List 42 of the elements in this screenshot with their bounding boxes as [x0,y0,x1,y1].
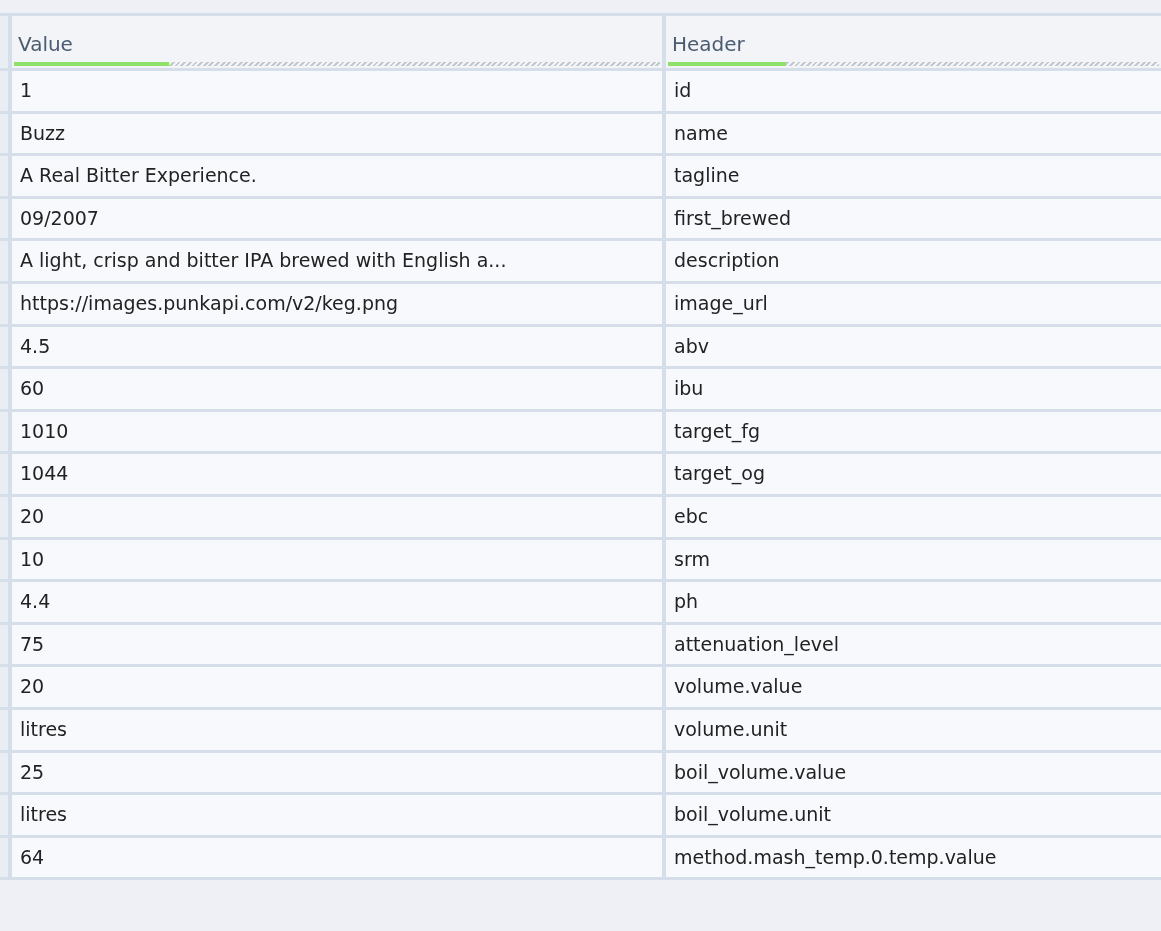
table-cell: 20 [12,667,662,707]
column-header[interactable]: Value [12,16,662,68]
table-cell: 64 [12,837,662,878]
table-cell: method.mash_temp.0.temp.value [666,837,1161,878]
table-cell: 60 [12,369,662,409]
table-cell: description [666,241,1161,281]
table-cell: volume.value [666,667,1161,707]
table-cell: 10 [12,539,662,580]
column-header-label: Header [671,32,746,58]
table-cell: volume.unit [666,709,1161,750]
table-cell: image_url [666,283,1161,324]
table-cell: first_brewed [666,198,1161,239]
table-cell: litres [12,795,662,835]
table-cell: 1044 [12,454,662,494]
table-cell: ph [666,582,1161,622]
table-cell: 1 [12,71,662,111]
table-cell: 25 [12,752,662,793]
table-cell: abv [666,326,1161,367]
table-cell: boil_volume.unit [666,795,1161,835]
table-cell: 4.4 [12,582,662,622]
table-cell: name [666,113,1161,154]
table-cell: https://images.punkapi.com/v2/keg.png [12,283,662,324]
table-cell: boil_volume.value [666,752,1161,793]
table-cell: target_og [666,454,1161,494]
table-cell: 09/2007 [12,198,662,239]
table-cell: A light, crisp and bitter IPA brewed with English a... [12,241,662,281]
table-cell: ibu [666,369,1161,409]
table-cell: Buzz [12,113,662,154]
table-cell: id [666,71,1161,111]
table-cell: attenuation_level [666,624,1161,665]
table-cell: tagline [666,156,1161,196]
column-header[interactable]: Header [666,16,1161,68]
table-cell: ebc [666,496,1161,537]
table-cell: 75 [12,624,662,665]
table-cell: 1010 [12,411,662,452]
table-cell: 4.5 [12,326,662,367]
table-cell: litres [12,709,662,750]
table-cell: target_fg [666,411,1161,452]
column-header-label: Value [17,32,74,58]
table-cell: srm [666,539,1161,580]
table-cell: 20 [12,496,662,537]
table-cell: A Real Bitter Experience. [12,156,662,196]
